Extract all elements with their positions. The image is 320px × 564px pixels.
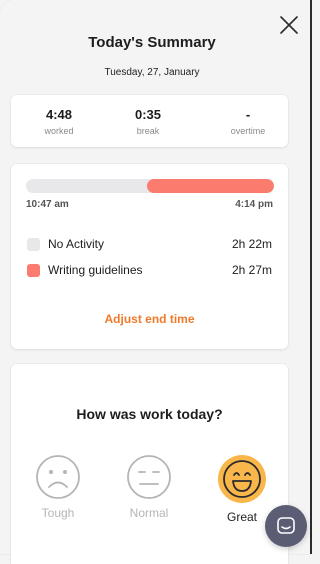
stat-overtime: - overtime <box>208 107 288 136</box>
happy-face-icon <box>218 455 266 503</box>
activity-swatch <box>27 238 40 251</box>
summary-panel: Today's Summary Tuesday, 27, January 4:4… <box>0 0 310 564</box>
stat-worked: 4:48 worked <box>19 107 99 136</box>
chat-support-button[interactable] <box>265 505 307 547</box>
mood-option-label: Tough <box>41 506 75 520</box>
activity-row: Writing guidelines 2h 27m <box>27 263 272 279</box>
activity-swatch <box>27 264 40 277</box>
window-edge <box>310 0 312 554</box>
timeline-end-time: 4:14 pm <box>235 199 273 210</box>
timeline-bar <box>26 179 274 193</box>
stat-overtime-label: overtime <box>230 126 266 136</box>
close-button[interactable] <box>278 14 300 36</box>
stat-break-value: 0:35 <box>134 107 162 122</box>
timeline-activity-segment <box>147 179 274 193</box>
timeline-start-time: 10:47 am <box>26 199 69 210</box>
stats-card: 4:48 worked 0:35 break - overtime <box>11 95 288 147</box>
stat-break: 0:35 break <box>108 107 188 136</box>
activity-name: No Activity <box>48 237 105 251</box>
activity-row: No Activity 2h 22m <box>27 237 272 253</box>
close-icon <box>280 16 298 34</box>
stat-worked-value: 4:48 <box>45 107 73 122</box>
activity-duration: 2h 22m <box>231 237 272 251</box>
stat-worked-label: worked <box>44 126 74 136</box>
activity-name: Writing guidelines <box>48 263 143 277</box>
mood-question: How was work today? <box>76 406 223 422</box>
stat-break-label: break <box>136 126 160 136</box>
adjust-end-time-link[interactable]: Adjust end time <box>11 312 288 326</box>
page-title: Today's Summary <box>88 34 216 51</box>
timeline-card: 10:47 am 4:14 pm No Activity 2h 22m Writ… <box>11 164 288 349</box>
summary-date: Tuesday, 27, January <box>104 67 200 78</box>
mood-option-normal[interactable]: Normal <box>117 454 181 520</box>
mood-option-great[interactable]: Great <box>210 454 274 524</box>
mood-card: How was work today? Tough Normal Great <box>11 364 288 564</box>
mood-option-label: Normal <box>129 506 169 520</box>
stat-overtime-value: - <box>245 107 251 122</box>
neutral-face-icon <box>127 455 171 499</box>
mood-option-tough[interactable]: Tough <box>26 454 90 520</box>
sad-face-icon <box>36 455 80 499</box>
chat-icon <box>277 517 295 534</box>
activity-duration: 2h 27m <box>231 263 272 277</box>
